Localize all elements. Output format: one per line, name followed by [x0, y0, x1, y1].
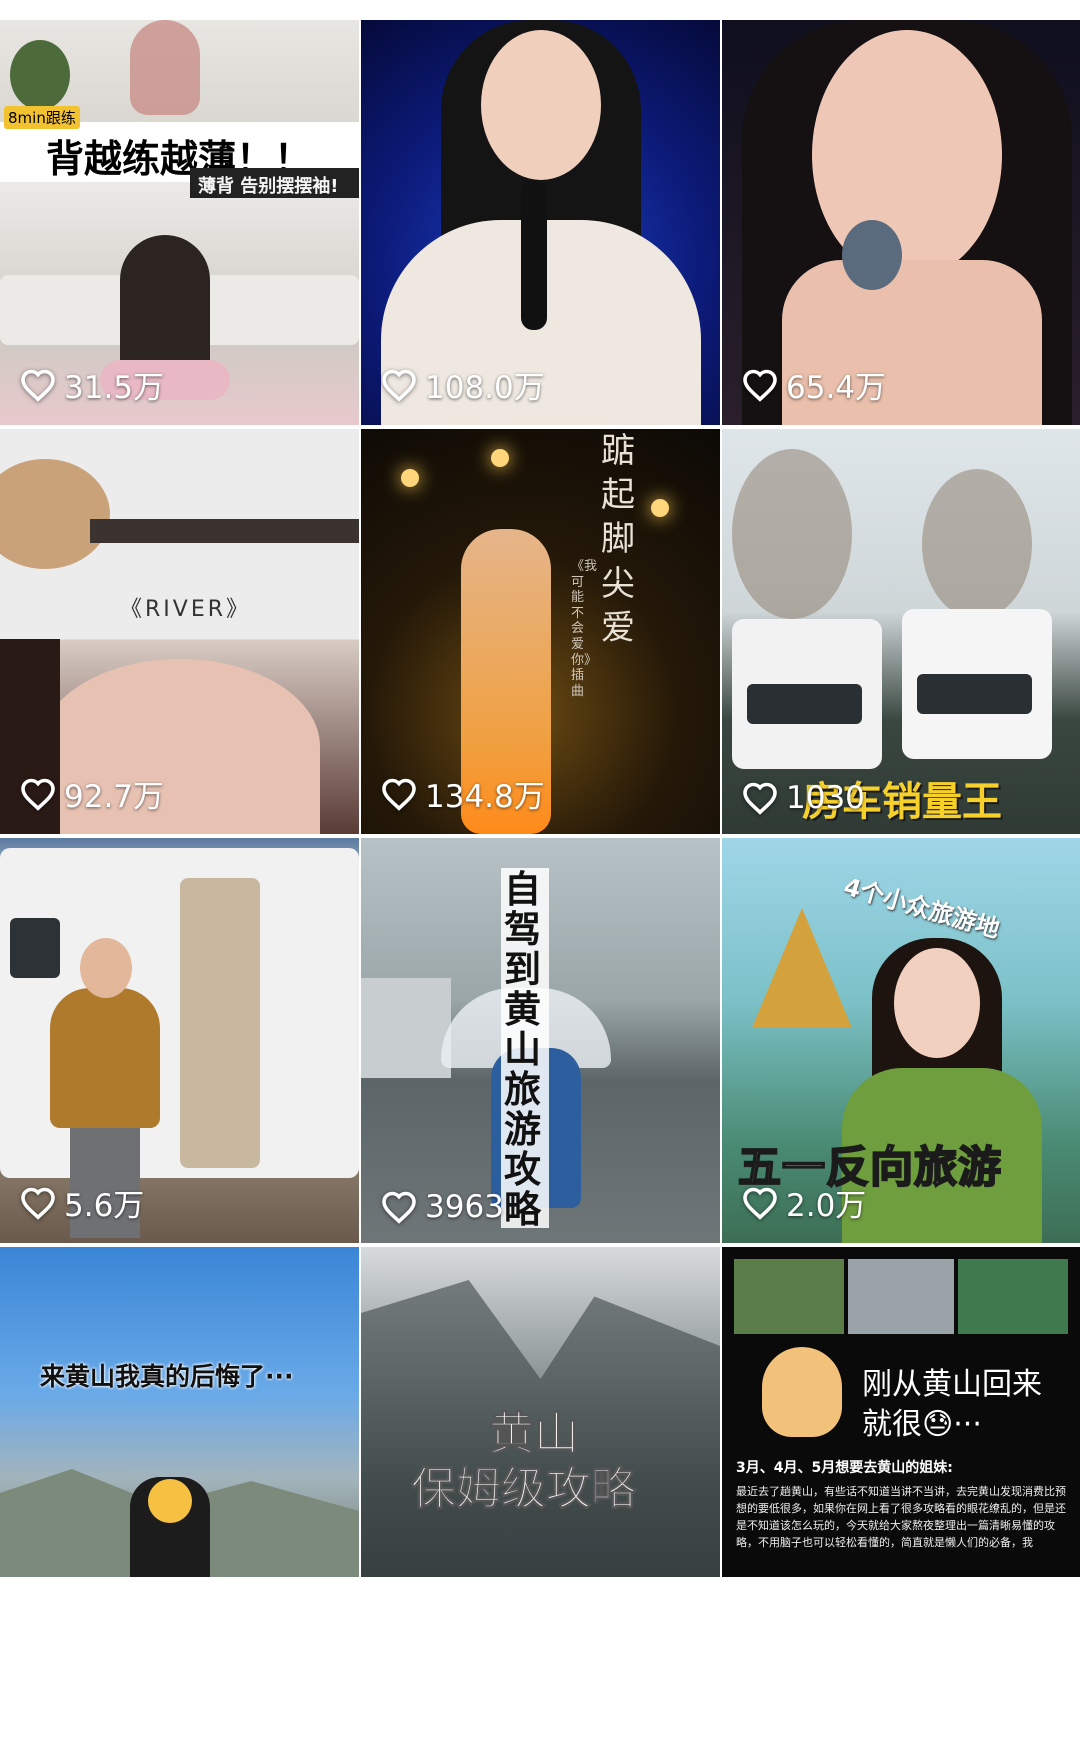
stage-light-3 — [651, 499, 669, 517]
tree-left — [732, 449, 852, 619]
video-card-5[interactable]: 踮起脚尖爱 《我可能不会爱你》插曲 134.8万 — [361, 429, 720, 834]
video-card-12[interactable]: 刚从黄山回来 就很😓··· 3月、4月、5月想要去黄山的姐妹: 最近去了趟黄山，… — [722, 1247, 1080, 1577]
yoga-figure-top — [130, 20, 200, 115]
heart-outline-icon — [743, 369, 777, 402]
microphone — [521, 180, 547, 330]
video-grid: 8min跟练 背越练越薄！！ 薄背 告别摆摆袖! 31.5万 108.0万 65… — [0, 20, 1080, 1577]
heart-outline-icon — [743, 1187, 777, 1220]
rv-door — [180, 878, 260, 1168]
video-card-7[interactable]: 5.6万 — [0, 838, 359, 1243]
like-count: 1030 — [742, 780, 865, 816]
video-card-4[interactable]: 《RIVER》 92.7万 — [0, 429, 359, 834]
thumb-photo-2 — [848, 1259, 954, 1334]
microphone — [842, 220, 902, 290]
heart-outline-icon — [382, 1191, 416, 1224]
like-count-text: 2.0万 — [786, 1188, 867, 1224]
video-card-1[interactable]: 8min跟练 背越练越薄！！ 薄背 告别摆摆袖! 31.5万 — [0, 20, 359, 425]
tree-right — [922, 469, 1032, 619]
video-title-line2: 就很😓··· — [862, 1407, 982, 1442]
video-card-10[interactable]: 来黄山我真的后悔了··· — [0, 1247, 359, 1577]
man-head — [80, 938, 132, 998]
like-count: 31.5万 — [20, 362, 164, 407]
video-title-vertical: 自驾到黄山旅游攻略 — [504, 868, 541, 1231]
guitar-neck — [90, 519, 359, 543]
like-count-text: 3963 — [425, 1189, 504, 1225]
post-intro: 3月、4月、5月想要去黄山的姐妹: — [736, 1460, 953, 1476]
buildings — [361, 978, 451, 1078]
heart-outline-icon — [21, 778, 55, 811]
video-title: 来黄山我真的后悔了··· — [40, 1362, 294, 1391]
singer-face — [481, 30, 601, 180]
song-title: 《RIVER》 — [120, 597, 252, 622]
stage-light-1 — [401, 469, 419, 487]
man-jacket — [50, 988, 160, 1128]
like-count: 65.4万 — [742, 362, 886, 407]
like-count-text: 92.7万 — [64, 779, 165, 815]
woman-face — [894, 948, 980, 1058]
singer-face — [812, 30, 1002, 280]
thumb-photo-1 — [734, 1259, 844, 1334]
status-strip — [0, 0, 1080, 20]
video-subtitle-diagonal: 4个小众旅游地 — [840, 872, 1003, 944]
temple — [752, 908, 852, 1028]
post-body: 最近去了趟黄山，有些话不知道当讲不当讲，去完黄山发现消费比预想的要低很多，如果你… — [736, 1485, 1066, 1549]
video-title: 刚从黄山回来 — [862, 1367, 1042, 1402]
like-count-text: 65.4万 — [786, 370, 887, 406]
like-count-text: 134.8万 — [425, 779, 545, 815]
like-count: 2.0万 — [742, 1180, 866, 1225]
video-subtitle: 薄背 告别摆摆袖! — [198, 176, 339, 197]
stage-light-2 — [491, 449, 509, 467]
heart-outline-icon — [21, 1187, 55, 1220]
heart-outline-icon — [743, 782, 777, 815]
emoji-face-icon — [148, 1479, 192, 1523]
guitar-body — [0, 459, 110, 569]
like-count: 108.0万 — [381, 362, 545, 407]
video-card-2[interactable]: 108.0万 — [361, 20, 720, 425]
heart-outline-icon — [382, 369, 416, 402]
thumb-photo-3 — [958, 1259, 1068, 1334]
heart-outline-icon — [21, 369, 55, 402]
video-card-11[interactable]: 黄山 保姆级攻略 — [361, 1247, 720, 1577]
rv-window-left — [747, 684, 862, 724]
like-count: 134.8万 — [381, 771, 545, 816]
song-title-vertical: 踮起脚尖爱 — [601, 431, 635, 648]
like-count: 3963 — [381, 1189, 504, 1225]
heart-outline-icon — [382, 778, 416, 811]
like-count: 5.6万 — [20, 1180, 144, 1225]
video-card-3[interactable]: 65.4万 — [722, 20, 1080, 425]
video-card-6[interactable]: 房车销量王 1030 — [722, 429, 1080, 834]
video-card-8[interactable]: 自驾到黄山旅游攻略 3963 — [361, 838, 720, 1243]
badge: 8min跟练 — [4, 106, 80, 129]
emoji-face-icon — [762, 1347, 842, 1437]
rv-window — [10, 918, 60, 978]
like-count: 92.7万 — [20, 771, 164, 816]
like-count-text: 5.6万 — [64, 1188, 145, 1224]
video-subtitle: 保姆级攻略 — [410, 1462, 637, 1516]
like-count-text: 1030 — [786, 780, 865, 816]
like-count-text: 108.0万 — [425, 370, 545, 406]
video-card-9[interactable]: 4个小众旅游地 五一反向旅游 2.0万 — [722, 838, 1080, 1243]
song-subtitle-vertical: 《我可能不会爱你》插曲 — [571, 559, 598, 699]
rv-window-right — [917, 674, 1032, 714]
plant-left — [10, 40, 70, 110]
like-count-text: 31.5万 — [64, 370, 165, 406]
